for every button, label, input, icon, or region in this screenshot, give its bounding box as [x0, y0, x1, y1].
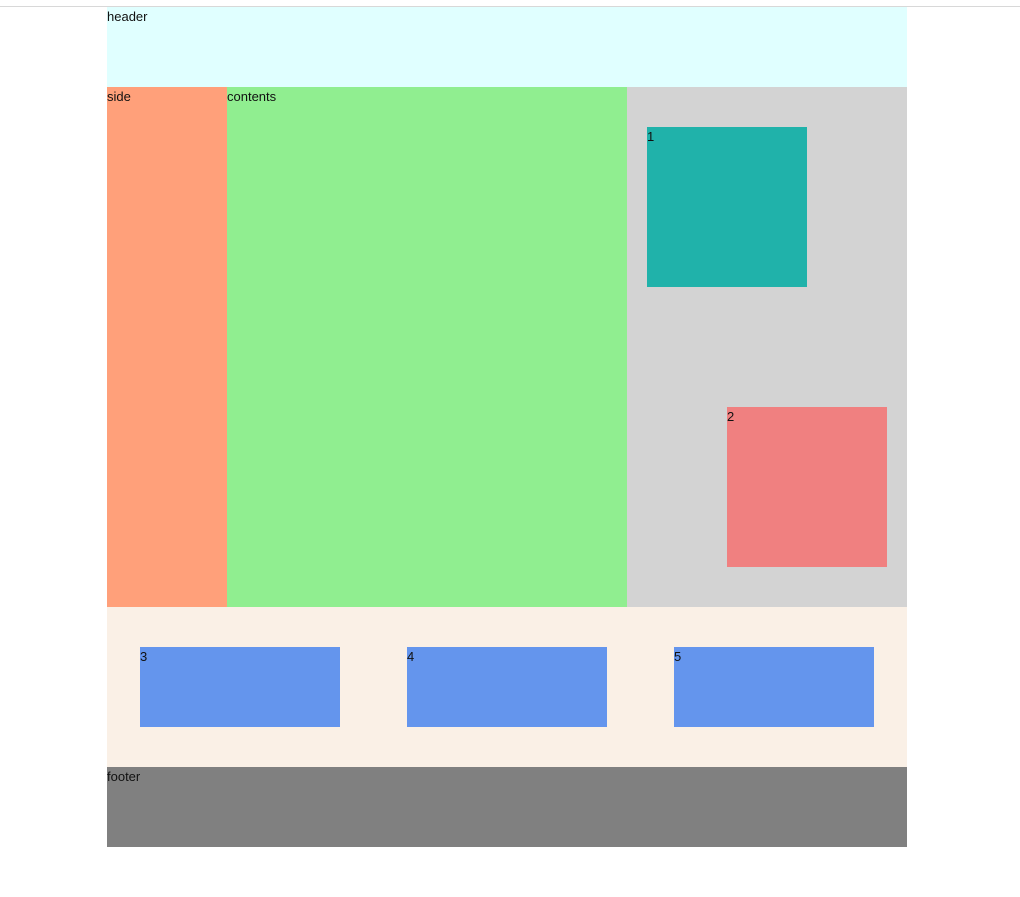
box-4: 4 [407, 647, 607, 727]
box-2: 2 [727, 407, 887, 567]
header-label: header [107, 9, 148, 24]
contents-label: contents [227, 89, 277, 104]
footer-label: footer [107, 769, 141, 784]
box-3-label: 3 [140, 649, 148, 664]
box-1-label: 1 [647, 129, 655, 144]
side-section: side [107, 87, 227, 607]
box-row-section: 3 4 5 [107, 607, 907, 767]
box-4-label: 4 [407, 649, 415, 664]
contents-section: contents [227, 87, 627, 607]
box-5-label: 5 [674, 649, 682, 664]
middle-section: side contents 1 2 [107, 87, 907, 607]
box-1: 1 [647, 127, 807, 287]
layout-container: header side contents 1 2 3 4 5 footer [107, 7, 907, 847]
box-5: 5 [674, 647, 874, 727]
header-section: header [107, 7, 907, 87]
side-label: side [107, 89, 131, 104]
box-2-label: 2 [727, 409, 735, 424]
footer-section: footer [107, 767, 907, 847]
box-3: 3 [140, 647, 340, 727]
right-panel: 1 2 [627, 87, 907, 607]
